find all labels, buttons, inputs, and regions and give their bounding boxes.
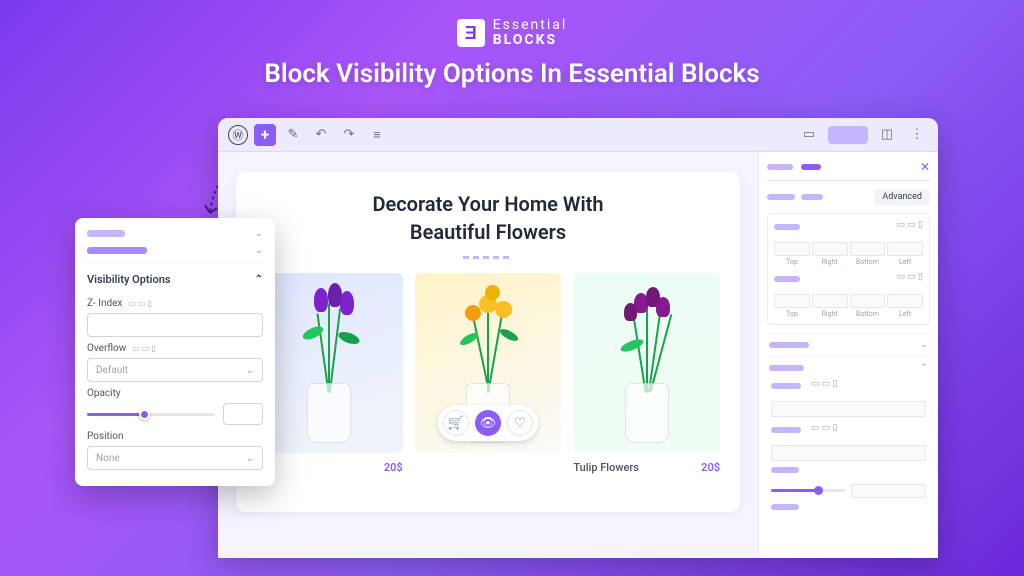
product-actions: 🛒 👁 ♡	[438, 405, 538, 441]
chevron-down-icon: ⌄	[246, 453, 254, 464]
logo-mark: Ǝ	[457, 19, 485, 47]
overflow-select[interactable]: Default⌄	[87, 358, 263, 382]
add-block-button[interactable]: +	[254, 124, 276, 146]
redo-button[interactable]: ↷	[338, 124, 360, 146]
editor-window: Ⓦ + ✎ ↶ ↷ ≡ ▭ ◫ ⋮ Decorate Your Home Wit…	[218, 118, 938, 558]
overflow-label: Overflow	[87, 343, 126, 354]
panel-title[interactable]: Visibility Options⌃	[87, 267, 263, 292]
zindex-label: Z- Index	[87, 298, 122, 309]
product-image	[256, 273, 403, 453]
cart-icon[interactable]: 🛒	[443, 410, 469, 436]
brand-line1: Essential	[493, 18, 568, 33]
sidebar-section[interactable]: ⌄	[767, 333, 930, 356]
page-title: Block Visibility Options In Essential Bl…	[0, 59, 1024, 89]
brand-line2: BLOCKS	[493, 33, 568, 48]
sidebar-input[interactable]	[771, 445, 926, 461]
product-grid: 20$	[256, 273, 720, 474]
zindex-input[interactable]	[87, 313, 263, 337]
wordpress-icon[interactable]: Ⓦ	[228, 125, 248, 145]
product-price: 20$	[701, 461, 720, 474]
slider-value-input[interactable]	[851, 484, 927, 498]
spacing-group: ▭ ▭ ▯ TopRightBottomLeft ▭ ▭ ▯ TopRightB…	[767, 213, 930, 325]
position-select[interactable]: None⌄	[87, 446, 263, 470]
view-icon[interactable]: 👁	[475, 410, 501, 436]
sidebar-input[interactable]	[771, 401, 926, 417]
device-toggles[interactable]: ▭ ▭ ▯	[132, 344, 156, 353]
chevron-down-icon: ⌄	[246, 365, 254, 376]
sidebar-tab-active[interactable]	[801, 164, 821, 170]
edit-icon[interactable]: ✎	[282, 124, 304, 146]
brand-logo: Ǝ Essential BLOCKS	[457, 18, 568, 49]
product-name: Tulip Flowers	[573, 461, 639, 474]
device-toggles[interactable]: ▭ ▭ ▯	[128, 299, 152, 308]
tab-advanced[interactable]: Advanced	[874, 189, 930, 205]
product-card[interactable]: 🛒 👁 ♡	[415, 273, 562, 474]
product-card[interactable]: 20$	[256, 273, 403, 474]
opacity-slider[interactable]	[87, 413, 215, 416]
more-menu-icon[interactable]: ⋮	[906, 124, 928, 146]
product-image	[573, 273, 720, 453]
inspector-sidebar: ✕ Advanced ▭ ▭ ▯ TopRightBottomLeft ▭ ▭ …	[758, 152, 938, 558]
canvas-heading: Decorate Your Home WithBeautiful Flowers	[256, 190, 720, 246]
editor-canvas[interactable]: Decorate Your Home WithBeautiful Flowers	[236, 172, 740, 512]
product-price: 20$	[384, 461, 403, 474]
sidebar-toggle-icon[interactable]: ◫	[876, 124, 898, 146]
heading-divider	[463, 256, 513, 259]
sidebar-section[interactable]: ⌃	[767, 356, 930, 379]
sidebar-tab[interactable]	[767, 164, 793, 170]
product-image: 🛒 👁 ♡	[415, 273, 562, 453]
editor-topbar: Ⓦ + ✎ ↶ ↷ ≡ ▭ ◫ ⋮	[218, 118, 938, 152]
position-label: Position	[87, 431, 123, 442]
product-card[interactable]: Tulip Flowers 20$	[573, 273, 720, 474]
publish-button[interactable]	[828, 126, 868, 144]
visibility-panel: ⌄ ⌄ Visibility Options⌃ Z- Index ▭ ▭ ▯ Ov…	[75, 218, 275, 486]
close-icon[interactable]: ✕	[920, 160, 930, 174]
opacity-label: Opacity	[87, 388, 121, 399]
undo-button[interactable]: ↶	[310, 124, 332, 146]
opacity-value-input[interactable]	[223, 403, 263, 425]
desktop-preview-icon[interactable]: ▭	[798, 124, 820, 146]
list-view-button[interactable]: ≡	[366, 124, 388, 146]
heart-icon[interactable]: ♡	[507, 410, 533, 436]
